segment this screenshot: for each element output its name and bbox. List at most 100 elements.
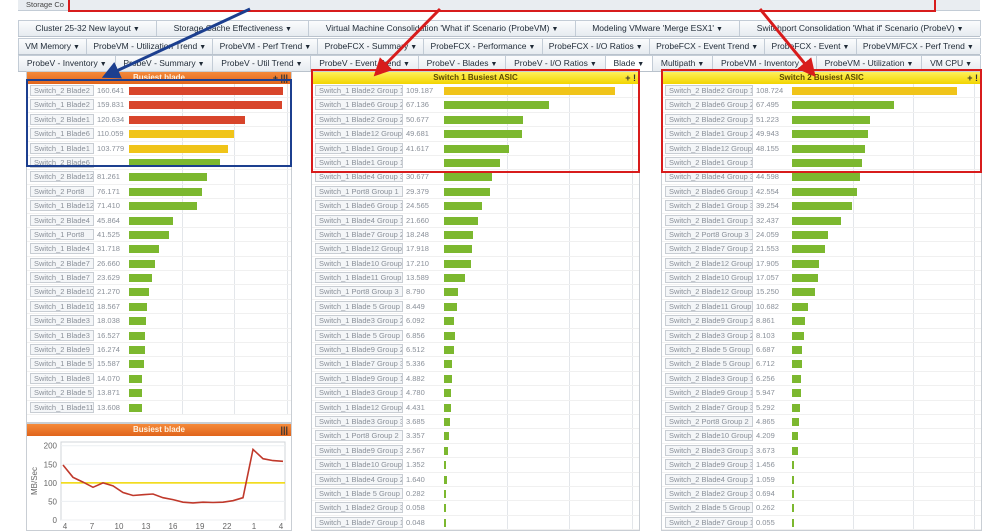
- chevron-down-icon[interactable]: ▼: [965, 61, 972, 68]
- tab-r3-9[interactable]: ProbeVM - Utilization ▼: [815, 55, 923, 71]
- list-item[interactable]: Switch_2 Blade11 Group 1 10.682: [662, 299, 981, 315]
- list-item[interactable]: Switch_1 Blade12 71.410: [27, 199, 291, 214]
- list-item[interactable]: Switch_1 Blade4 31.718: [27, 242, 291, 257]
- list-item[interactable]: Switch_2 Blade12 Group 2 15.250: [662, 285, 981, 300]
- list-item[interactable]: Switch_2 Blade12 Group 1 48.155: [662, 141, 981, 156]
- list-item[interactable]: Switch_2 Blade2 Group 3 0.694: [662, 486, 981, 502]
- list-item[interactable]: Switch_1 Blade12 Group 1 49.681: [312, 127, 639, 142]
- tab-r3-1[interactable]: ProbeV - Summary ▼: [114, 55, 214, 71]
- list-item[interactable]: Switch_1 Blade1 Group 2 41.617: [312, 141, 639, 156]
- tab-r2-4[interactable]: ProbeFCX - Performance ▼: [423, 38, 543, 54]
- tab-r2-0[interactable]: VM Memory ▼: [18, 38, 88, 54]
- list-item[interactable]: Switch_1 Blade3 16.527: [27, 328, 291, 344]
- chevron-down-icon[interactable]: ▼: [843, 44, 850, 51]
- tab-r3-3[interactable]: ProbeV - Event Trend ▼: [310, 55, 419, 71]
- list-item[interactable]: Switch_2 Blade3 18.038: [27, 314, 291, 329]
- tab-r1-2[interactable]: Virtual Machine Consolidation 'What if' …: [308, 20, 576, 36]
- list-item[interactable]: Switch_2 Blade9 16.274: [27, 343, 291, 358]
- tab-r3-4[interactable]: ProbeV - Blades ▼: [417, 55, 507, 71]
- chevron-down-icon[interactable]: ▼: [528, 44, 535, 51]
- tab-r2-8[interactable]: ProbeVM/FCX - Perf Trend ▼: [855, 38, 982, 54]
- chevron-down-icon[interactable]: ▼: [957, 26, 964, 33]
- list-item[interactable]: Switch_1 Blade7 Group 3 5.336: [312, 357, 639, 372]
- list-item[interactable]: Switch_2 Blade3 Group 3 3.673: [662, 443, 981, 459]
- chevron-down-icon[interactable]: ▼: [751, 44, 758, 51]
- list-item[interactable]: Switch_2 Blade4 Group 2 1.059: [662, 472, 981, 487]
- tab-r2-3[interactable]: ProbeFCX - Summary ▼: [317, 38, 425, 54]
- list-item[interactable]: Switch_1 Blade8 14.070: [27, 371, 291, 387]
- list-item[interactable]: Switch_2 Blade 5 Group 3 6.712: [662, 357, 981, 372]
- list-item[interactable]: Switch_1 Blade12 Group 3 17.918: [312, 242, 639, 257]
- chevron-down-icon[interactable]: ▼: [636, 44, 643, 51]
- list-item[interactable]: Switch_2 Blade12 Group 3 17.905: [662, 256, 981, 272]
- tab-r2-1[interactable]: ProbeVM - Utilization Trend ▼: [86, 38, 214, 54]
- list-item[interactable]: Switch_2 Blade 5 Group 2 6.687: [662, 343, 981, 358]
- chevron-down-icon[interactable]: ▼: [967, 44, 974, 51]
- tab-r3-5[interactable]: ProbeV - I/O Ratios ▼: [505, 55, 606, 71]
- list-item[interactable]: Switch_2 Blade6 Group 2 67.495: [662, 98, 981, 113]
- tab-r3-6[interactable]: Blade ▼: [604, 55, 654, 71]
- list-item[interactable]: Switch_2 Blade1 120.634: [27, 112, 291, 128]
- list-item[interactable]: Switch_2 Blade7 Group 1 0.055: [662, 515, 981, 530]
- tab-r1-0[interactable]: Cluster 25-32 New layout ▼: [18, 20, 158, 36]
- tab-r3-7[interactable]: Multipath ▼: [652, 55, 714, 71]
- tab-r3-0[interactable]: ProbeV - Inventory ▼: [18, 55, 116, 71]
- list-item[interactable]: Switch_1 Blade2 Group 1 109.187: [312, 84, 639, 99]
- list-item[interactable]: Switch_1 Blade2 159.831: [27, 98, 291, 113]
- chevron-down-icon[interactable]: ▼: [716, 26, 723, 33]
- list-item[interactable]: Switch_1 Port8 41.525: [27, 227, 291, 243]
- list-item[interactable]: Switch_2 Blade 5 13.871: [27, 386, 291, 401]
- tab-r2-5[interactable]: ProbeFCX - I/O Ratios ▼: [541, 38, 650, 54]
- list-item[interactable]: Switch_1 Blade11 Group 1 13.589: [312, 271, 639, 286]
- list-item[interactable]: Switch_2 Blade12 81.261: [27, 170, 291, 185]
- chevron-down-icon[interactable]: ▼: [637, 61, 644, 68]
- list-item[interactable]: Switch_1 Blade 5 15.587: [27, 357, 291, 372]
- list-item[interactable]: Switch_1 Port8 Group 1 29.379: [312, 184, 639, 200]
- tab-r3-8[interactable]: ProbeVM - Inventory ▼: [712, 55, 817, 71]
- chevron-down-icon[interactable]: ▼: [304, 44, 311, 51]
- tab-r1-4[interactable]: Switchport Consolidation 'What if' Scena…: [739, 20, 982, 36]
- list-item[interactable]: Switch_1 Blade10 Group 1 1.352: [312, 458, 639, 473]
- list-item[interactable]: Switch_1 Port8 Group 2 3.357: [312, 429, 639, 444]
- list-item[interactable]: Switch_2 Blade4 Group 3 44.598: [662, 170, 981, 185]
- list-item[interactable]: Switch_2 Blade9 Group 1 5.947: [662, 386, 981, 401]
- list-item[interactable]: Switch_1 Port8 Group 3 8.790: [312, 285, 639, 300]
- chevron-down-icon[interactable]: ▼: [801, 61, 808, 68]
- list-item[interactable]: Switch_1 Blade 5 Group 3 8.449: [312, 299, 639, 315]
- chevron-down-icon[interactable]: ▼: [551, 26, 558, 33]
- list-item[interactable]: Switch_2 Blade7 Group 3 5.292: [662, 400, 981, 415]
- list-item[interactable]: Switch_1 Blade7 Group 1 0.048: [312, 515, 639, 530]
- chevron-down-icon[interactable]: ▼: [410, 44, 417, 51]
- list-item[interactable]: Switch_1 Blade9 Group 1 4.882: [312, 371, 639, 387]
- chevron-down-icon[interactable]: ▼: [403, 61, 410, 68]
- list-item[interactable]: Switch_2 Blade7 26.660: [27, 256, 291, 272]
- list-item[interactable]: Switch_2 Blade2 160.641: [27, 84, 291, 99]
- list-item[interactable]: Switch_1 Blade4 Group 3 30.677: [312, 170, 639, 185]
- list-item[interactable]: Switch_1 Blade10 Group 2 17.210: [312, 256, 639, 272]
- top-strip-tab[interactable]: Storage Co: [26, 0, 64, 10]
- chevron-down-icon[interactable]: ▼: [73, 44, 80, 51]
- list-item[interactable]: Switch_2 Blade6: [27, 155, 291, 171]
- chevron-down-icon[interactable]: ▼: [133, 26, 140, 33]
- list-item[interactable]: Switch_1 Blade11 13.608: [27, 400, 291, 415]
- list-item[interactable]: Switch_1 Blade3 Group 3 3.685: [312, 414, 639, 430]
- chevron-down-icon[interactable]: ▼: [198, 61, 205, 68]
- chevron-down-icon[interactable]: ▼: [491, 61, 498, 68]
- list-item[interactable]: Switch_2 Blade10 Group 2 17.057: [662, 271, 981, 286]
- list-item[interactable]: Switch_2 Blade4 45.864: [27, 213, 291, 228]
- panel-controls[interactable]: |||: [280, 424, 288, 436]
- tab-r2-7[interactable]: ProbeFCX - Event ▼: [764, 38, 857, 54]
- panel-controls[interactable]: + |||: [273, 72, 288, 84]
- tab-r3-10[interactable]: VM CPU ▼: [921, 55, 981, 71]
- tab-r3-2[interactable]: ProbeV - Util Trend ▼: [212, 55, 312, 71]
- list-item[interactable]: Switch_2 Blade3 Group 2 8.103: [662, 328, 981, 344]
- list-item[interactable]: Switch_2 Port8 76.171: [27, 184, 291, 200]
- list-item[interactable]: Switch_1 Blade 5 Group 1 0.282: [312, 486, 639, 502]
- list-item[interactable]: Switch_1 Blade1 103.779: [27, 141, 291, 156]
- list-item[interactable]: Switch_1 Blade 5 Group 2 6.856: [312, 328, 639, 344]
- tab-r2-6[interactable]: ProbeFCX - Event Trend ▼: [648, 38, 766, 54]
- panel-controls[interactable]: + !: [625, 72, 636, 84]
- tab-r2-2[interactable]: ProbeVM - Perf Trend ▼: [212, 38, 319, 54]
- list-item[interactable]: Switch_2 Blade7 Group 2 21.553: [662, 242, 981, 257]
- list-item[interactable]: Switch_1 Blade6 110.059: [27, 127, 291, 142]
